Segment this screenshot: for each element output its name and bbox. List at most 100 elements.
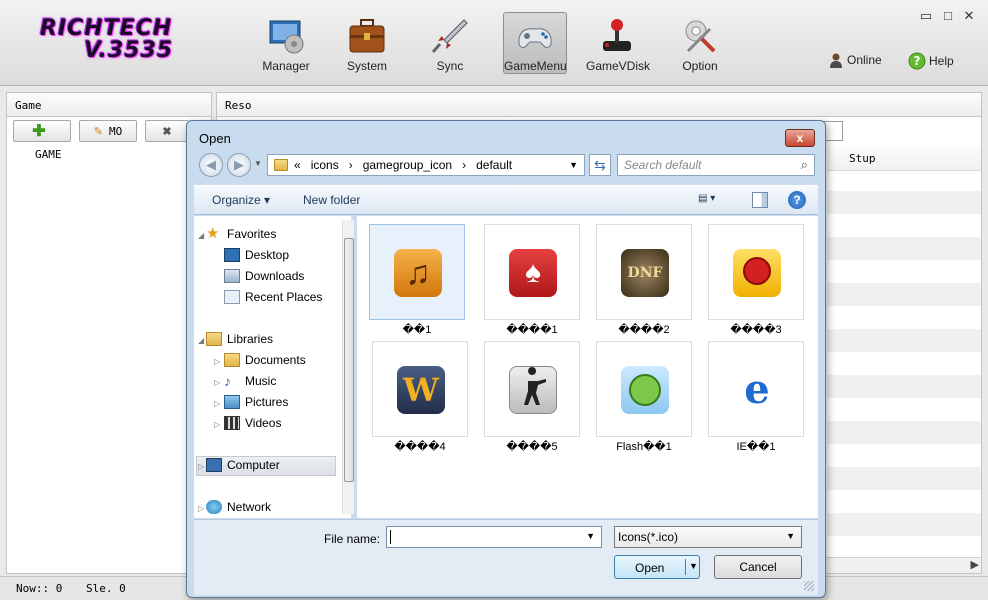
file-tile[interactable] xyxy=(708,224,804,320)
file-tile[interactable]: ♫ xyxy=(369,224,465,320)
help-link[interactable]: ? Help xyxy=(908,52,954,70)
expand-videos-icon[interactable]: ▷ xyxy=(214,420,220,429)
folder-icon xyxy=(274,159,288,171)
breadcrumb-icons[interactable]: icons xyxy=(311,158,339,172)
resource-column-header: Reso xyxy=(217,93,981,117)
search-input[interactable]: Search default ⌕ xyxy=(617,154,815,176)
joystick-icon xyxy=(603,19,631,51)
search-placeholder: Search default xyxy=(624,158,702,172)
expand-documents-icon[interactable]: ▷ xyxy=(214,357,220,366)
close-window-button[interactable]: ✕ xyxy=(961,8,977,24)
delete-game-button[interactable]: ✖ xyxy=(145,120,189,142)
toolbar-option-label: Option xyxy=(682,59,718,73)
open-button[interactable]: Open ▼ xyxy=(614,555,700,579)
command-bar: Organize ▾ New folder ▤ ▾ ? xyxy=(194,185,818,215)
file-tile[interactable] xyxy=(596,341,692,437)
expand-music-icon[interactable]: ▷ xyxy=(214,378,220,387)
toolbar-sync-button[interactable]: Sync xyxy=(418,12,482,74)
nav-music[interactable]: ♪ Music xyxy=(224,374,276,388)
preview-pane-icon[interactable] xyxy=(752,192,768,208)
file-type-select[interactable]: Icons(*.ico) ▼ xyxy=(614,526,802,548)
forward-button[interactable]: ▶ xyxy=(227,153,251,177)
videos-icon xyxy=(224,416,240,430)
open-button-label: Open xyxy=(635,561,665,575)
refresh-button[interactable]: ⇆ xyxy=(589,154,611,176)
nav-downloads-label: Downloads xyxy=(245,269,305,283)
breadcrumb-default[interactable]: default xyxy=(476,158,512,172)
breadcrumb-gamegroup-icon[interactable]: gamegroup_icon xyxy=(363,158,452,172)
help-icon[interactable]: ? xyxy=(788,191,806,209)
file-name-dropdown-icon[interactable]: ▼ xyxy=(586,531,595,541)
status-now: Now:: 0 xyxy=(16,582,63,595)
resize-grip[interactable] xyxy=(804,581,814,591)
nav-documents[interactable]: Documents xyxy=(224,353,306,367)
nav-scrollbar-thumb[interactable] xyxy=(344,238,354,482)
modify-game-button[interactable]: ✎ MO xyxy=(79,120,137,142)
nav-network[interactable]: Network xyxy=(206,500,271,514)
plus-icon: ✚ xyxy=(32,123,46,140)
nav-scrollbar[interactable] xyxy=(342,220,354,514)
expand-network-icon[interactable]: ▷ xyxy=(198,504,204,513)
breadcrumb[interactable]: « icons › gamegroup_icon › default ▼ xyxy=(267,154,585,176)
add-game-button[interactable]: ✚ xyxy=(13,120,71,142)
star-icon: ★ xyxy=(206,225,220,242)
new-folder-button[interactable]: New folder xyxy=(303,193,360,207)
file-tile[interactable] xyxy=(484,341,580,437)
file-caption: ����2 xyxy=(618,324,670,336)
minimize-button[interactable]: ▭ xyxy=(918,8,934,24)
expand-computer-icon[interactable]: ▷ xyxy=(198,462,204,471)
cancel-button[interactable]: Cancel xyxy=(714,555,802,579)
file-tile[interactable]: W xyxy=(372,341,468,437)
breadcrumb-overflow[interactable]: « xyxy=(294,158,301,172)
logo-line-1: RICHTECH xyxy=(40,16,173,41)
toolbar-system-button[interactable]: System xyxy=(335,12,399,74)
toolbar-option-button[interactable]: Option xyxy=(668,12,732,74)
recent-places-icon xyxy=(224,290,240,304)
open-options-dropdown-icon[interactable]: ▼ xyxy=(689,561,698,571)
nav-recent-places-label: Recent Places xyxy=(245,290,323,304)
computer-icon xyxy=(206,458,222,472)
toolbar-gamevdisk-button[interactable]: GameVDisk xyxy=(585,12,650,74)
file-name-input[interactable]: ▼ xyxy=(386,526,602,548)
online-link[interactable]: Online xyxy=(828,52,882,68)
dialog-close-button[interactable]: x xyxy=(785,129,815,147)
organize-menu[interactable]: Organize ▾ xyxy=(212,193,270,207)
change-view-button[interactable]: ▤ ▾ xyxy=(698,193,726,209)
file-tile[interactable]: ♠ xyxy=(484,224,580,320)
toolbar-manager-button[interactable]: Manager xyxy=(254,12,318,74)
game-panel: Game ✚ ✎ MO ✖ GAME xyxy=(6,92,212,574)
collapse-favorites-icon[interactable]: ◢ xyxy=(198,231,204,240)
nav-recent-places[interactable]: Recent Places xyxy=(224,290,322,304)
file-tile[interactable]: e xyxy=(708,341,804,437)
back-button[interactable]: ◀ xyxy=(199,153,223,177)
nav-favorites[interactable]: ★ Favorites xyxy=(206,225,276,242)
toolbar-gamemenu-button[interactable]: GameMenu xyxy=(503,12,567,74)
nav-libraries[interactable]: Libraries xyxy=(206,332,273,346)
maximize-button[interactable]: □ xyxy=(940,8,956,23)
collapse-libraries-icon[interactable]: ◢ xyxy=(198,336,204,345)
user-icon xyxy=(830,53,842,68)
breadcrumb-dropdown-icon[interactable]: ▼ xyxy=(569,160,578,170)
scroll-right-icon[interactable]: ▶ xyxy=(971,558,979,571)
nav-computer[interactable]: Computer xyxy=(206,458,280,472)
horizontal-scrollbar[interactable]: ▶ xyxy=(809,557,981,573)
online-label: Online xyxy=(847,53,882,67)
dialog-footer: File name: ▼ Icons(*.ico) ▼ Open ▼ Cance… xyxy=(194,519,818,595)
nav-computer-label: Computer xyxy=(227,458,280,472)
nav-downloads[interactable]: Downloads xyxy=(224,269,304,283)
file-type-dropdown-icon: ▼ xyxy=(786,531,795,541)
file-tile[interactable]: DNF xyxy=(596,224,692,320)
grid-row xyxy=(827,329,981,352)
nav-videos[interactable]: Videos xyxy=(224,416,281,430)
text-caret xyxy=(390,530,391,544)
toolbar-sync-label: Sync xyxy=(436,59,464,73)
open-file-dialog: Open x ◀ ▶ ▼ « icons › gamegroup_icon › … xyxy=(186,120,826,598)
nav-desktop[interactable]: Desktop xyxy=(224,248,289,262)
recent-locations-dropdown[interactable]: ▼ xyxy=(254,159,262,168)
nav-videos-label: Videos xyxy=(245,416,282,430)
expand-pictures-icon[interactable]: ▷ xyxy=(214,399,220,408)
nav-pictures[interactable]: Pictures xyxy=(224,395,288,409)
file-caption: ����4 xyxy=(394,441,446,453)
music-icon: ♪ xyxy=(224,373,231,389)
tree-item-game[interactable]: GAME xyxy=(35,148,62,161)
